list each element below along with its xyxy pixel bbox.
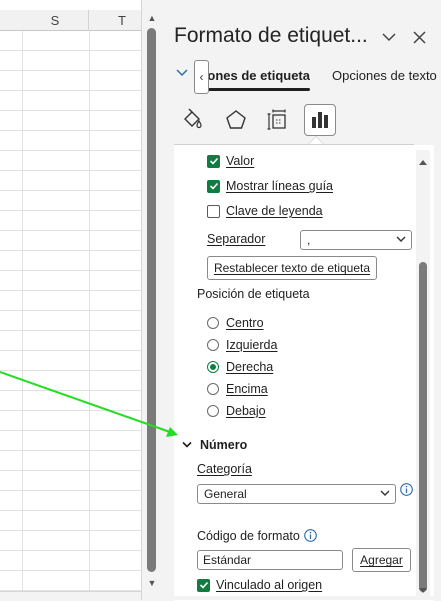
checkbox-checked-icon [207, 154, 220, 168]
pane-bottom-edge [162, 596, 441, 600]
info-icon[interactable] [304, 529, 317, 542]
scroll-up-icon[interactable] [418, 158, 428, 166]
chevron-down-icon [182, 441, 192, 448]
cell-grid[interactable] [0, 31, 141, 591]
radio-unselected-icon [207, 317, 219, 329]
column-header-t[interactable]: T [89, 10, 141, 31]
chevron-down-icon [396, 236, 406, 242]
format-data-labels-pane: Formato de etiquet... Opciones de etique… [162, 0, 441, 601]
pane-title: Formato de etiquet... [174, 24, 368, 47]
label-options-button[interactable] [304, 104, 336, 136]
checkbox-checked-icon [207, 179, 220, 193]
restablecer-texto-button[interactable]: Restablecer texto de etiqueta [207, 256, 377, 280]
vinculado-origen-checkbox[interactable]: Vinculado al origen [197, 578, 322, 592]
sheet-vertical-scrollbar[interactable]: ▲ ▼ [142, 0, 162, 600]
codigo-formato-text: Código de formato [197, 529, 300, 543]
radio-encima[interactable]: Encima [207, 382, 268, 396]
separador-label: Separador [207, 232, 265, 246]
numero-section-header[interactable]: Número [182, 438, 247, 452]
scroll-up-icon[interactable]: ▲ [146, 13, 158, 23]
radio-debajo[interactable]: Debajo [207, 404, 266, 418]
chevron-down-icon [380, 490, 390, 496]
radio-label: Centro [226, 316, 264, 330]
chevron-down-icon [382, 33, 396, 42]
pane-close-button[interactable] [408, 26, 430, 48]
paint-bucket-icon [184, 108, 202, 129]
close-icon [412, 30, 426, 44]
categoria-label: Categoría [197, 462, 252, 476]
mostrar-lineas-guia-checkbox[interactable]: Mostrar líneas guía [207, 179, 333, 193]
fill-line-button[interactable] [176, 104, 208, 136]
pane-vertical-scrollbar[interactable] [416, 150, 430, 600]
column-header-label: S [50, 12, 60, 28]
clave-leyenda-checkbox[interactable]: Clave de leyenda [207, 204, 323, 218]
posicion-etiqueta-heading: Posición de etiqueta [197, 287, 310, 301]
column-header-label: T [118, 12, 126, 28]
agregar-label: Agregar [360, 553, 403, 567]
chevron-down-icon[interactable] [176, 68, 188, 78]
radio-derecha[interactable]: Derecha [207, 360, 273, 374]
radio-selected-icon [207, 361, 219, 373]
radio-unselected-icon [207, 339, 219, 351]
valor-checkbox[interactable]: Valor [207, 154, 254, 168]
separador-value: , [307, 233, 311, 247]
effects-button[interactable] [220, 104, 252, 136]
column-header-s[interactable]: S [22, 10, 89, 31]
active-tab-indicator [202, 88, 310, 91]
posicion-etiqueta-text: Posición de etiqueta [197, 287, 310, 301]
clave-leyenda-label: Clave de leyenda [226, 204, 323, 218]
tab-text-options[interactable]: Opciones de texto [332, 68, 437, 83]
codigo-formato-value: Estándar [203, 553, 252, 567]
info-icon[interactable] [400, 483, 413, 496]
active-category-pointer [309, 137, 323, 144]
sheet-scroll-thumb[interactable] [147, 28, 156, 572]
pane-category-icons [176, 104, 376, 136]
codigo-formato-input[interactable]: Estándar [197, 550, 343, 570]
pane-tab-bar: Opciones de etiqueta ‹ Opciones de texto [162, 60, 441, 94]
pane-scroll-thumb[interactable] [419, 262, 427, 592]
scroll-down-icon[interactable]: ▼ [146, 578, 158, 588]
radio-label: Debajo [226, 404, 266, 418]
scroll-down-icon[interactable] [418, 587, 428, 595]
valor-label: Valor [226, 154, 255, 168]
mostrar-lineas-guia-label: Mostrar líneas guía [226, 179, 333, 193]
restablecer-texto-label: Restablecer texto de etiqueta [213, 261, 371, 275]
vinculado-origen-label: Vinculado al origen [216, 578, 323, 592]
options-panel: Valor Mostrar líneas guía Clave de leyen… [174, 144, 434, 601]
bar-chart-icon [312, 112, 328, 128]
radio-label: Izquierda [226, 338, 278, 352]
spreadsheet-grid[interactable]: S T [0, 0, 142, 600]
radio-label: Derecha [226, 360, 274, 374]
radio-centro[interactable]: Centro [207, 316, 264, 330]
tab-label-options[interactable]: Opciones de etiqueta [204, 68, 310, 83]
pentagon-icon [226, 110, 246, 129]
codigo-formato-label: Código de formato [197, 529, 300, 543]
numero-heading-text: Número [200, 438, 248, 452]
tab-scroll-back-button[interactable]: ‹ [194, 60, 209, 94]
checkbox-unchecked-icon [207, 204, 220, 218]
pane-options-button[interactable] [378, 26, 400, 48]
categoria-text: Categoría [197, 462, 252, 476]
agregar-button[interactable]: Agregar [352, 548, 411, 572]
radio-izquierda[interactable]: Izquierda [207, 338, 277, 352]
size-properties-button[interactable] [262, 104, 294, 136]
column-header-r[interactable] [0, 10, 23, 31]
radio-unselected-icon [207, 383, 219, 395]
separador-select[interactable]: , [300, 230, 412, 250]
radio-label: Encima [226, 382, 268, 396]
sheet-bottom-bar [0, 591, 141, 600]
separador-text: Separador [207, 232, 266, 246]
size-properties-icon [267, 109, 286, 130]
checkbox-checked-icon [197, 578, 210, 592]
categoria-select[interactable]: General [197, 484, 396, 504]
radio-unselected-icon [207, 405, 219, 417]
categoria-value: General [204, 487, 247, 501]
